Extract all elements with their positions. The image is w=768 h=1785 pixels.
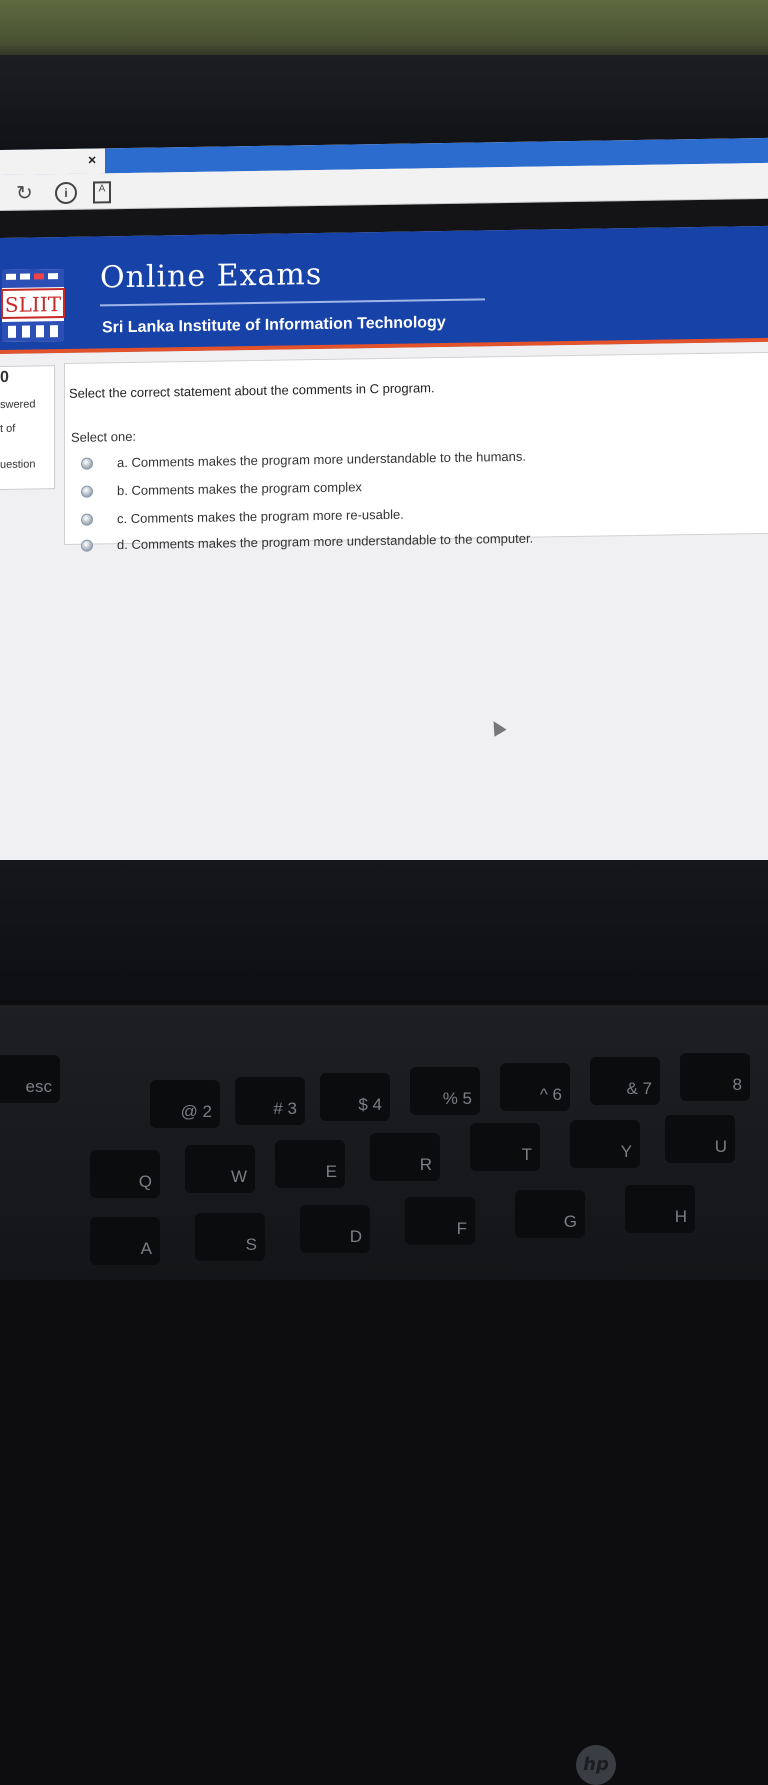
radio-button-a[interactable] [81, 457, 93, 470]
laptop-bezel-top [0, 55, 768, 150]
select-one-label: Select one: [71, 428, 137, 445]
key-3: # 3 [235, 1077, 305, 1125]
question-marks: t of [0, 422, 16, 435]
key-8: 8 [680, 1053, 750, 1101]
title-divider [100, 298, 485, 307]
question-info-panel: 0 swered t of uestion [0, 365, 55, 490]
key-7: & 7 [590, 1057, 660, 1105]
info-icon[interactable]: i [55, 181, 77, 205]
key-f: F [405, 1197, 475, 1245]
document-icon[interactable]: A [93, 181, 111, 204]
hp-logo: hp [576, 1745, 616, 1785]
svg-text:SLIIT: SLIIT [5, 292, 62, 317]
answer-option-label[interactable]: b. Comments makes the program complex [117, 479, 362, 498]
key-6: ^ 6 [500, 1063, 570, 1111]
key-u: U [665, 1115, 735, 1163]
question-card: Select the correct statement about the c… [64, 351, 768, 552]
key-a: A [90, 1217, 160, 1265]
key-t: T [470, 1123, 540, 1171]
reload-icon[interactable]: ↻ [16, 180, 33, 205]
key-g: G [515, 1190, 585, 1238]
radio-button-c[interactable] [81, 513, 93, 526]
question-number: 0 [0, 368, 9, 386]
back-arrow-icon[interactable]: ‹ [0, 181, 1, 204]
key-y: Y [570, 1120, 640, 1168]
laptop-keyboard: esc @ 2 # 3 $ 4 % 5 ^ 6 & 7 8 Q W E R T … [0, 1005, 768, 1280]
question-status: swered [0, 398, 36, 411]
answer-option-label[interactable]: a. Comments makes the program more under… [117, 449, 526, 470]
site-subtitle: Sri Lanka Institute of Information Techn… [102, 313, 446, 337]
key-e: E [275, 1140, 345, 1188]
key-5: % 5 [410, 1067, 480, 1115]
key-h: H [625, 1185, 695, 1233]
browser-tab[interactable]: × [0, 148, 105, 175]
key-esc: esc [0, 1055, 60, 1103]
key-2: @ 2 [150, 1080, 220, 1128]
key-s: S [195, 1213, 265, 1261]
flag-question-link[interactable]: uestion [0, 458, 35, 471]
laptop-screen: × ‹ ↻ i A SLIIT Online Exams Sri Lanka I… [0, 137, 768, 885]
site-title: Online Exams [100, 256, 323, 296]
key-w: W [185, 1145, 255, 1193]
sliit-logo: SLIIT [1, 268, 65, 342]
radio-button-b[interactable] [81, 485, 93, 498]
background-room [0, 0, 768, 60]
key-r: R [370, 1133, 440, 1181]
key-4: $ 4 [320, 1073, 390, 1121]
site-header: SLIIT Online Exams Sri Lanka Institute o… [0, 225, 768, 354]
key-q: Q [90, 1150, 160, 1198]
close-tab-icon[interactable]: × [88, 151, 96, 167]
radio-button-d[interactable] [81, 539, 93, 552]
laptop-bezel-bottom: hp [0, 860, 768, 1785]
answer-option-label[interactable]: c. Comments makes the program more re-us… [117, 507, 404, 527]
mouse-cursor-icon [487, 717, 507, 737]
answer-option-label[interactable]: d. Comments makes the program more under… [117, 531, 533, 553]
key-d: D [300, 1205, 370, 1253]
question-text: Select the correct statement about the c… [69, 380, 435, 401]
page-body: 0 swered t of uestion Select the correct… [0, 341, 768, 885]
